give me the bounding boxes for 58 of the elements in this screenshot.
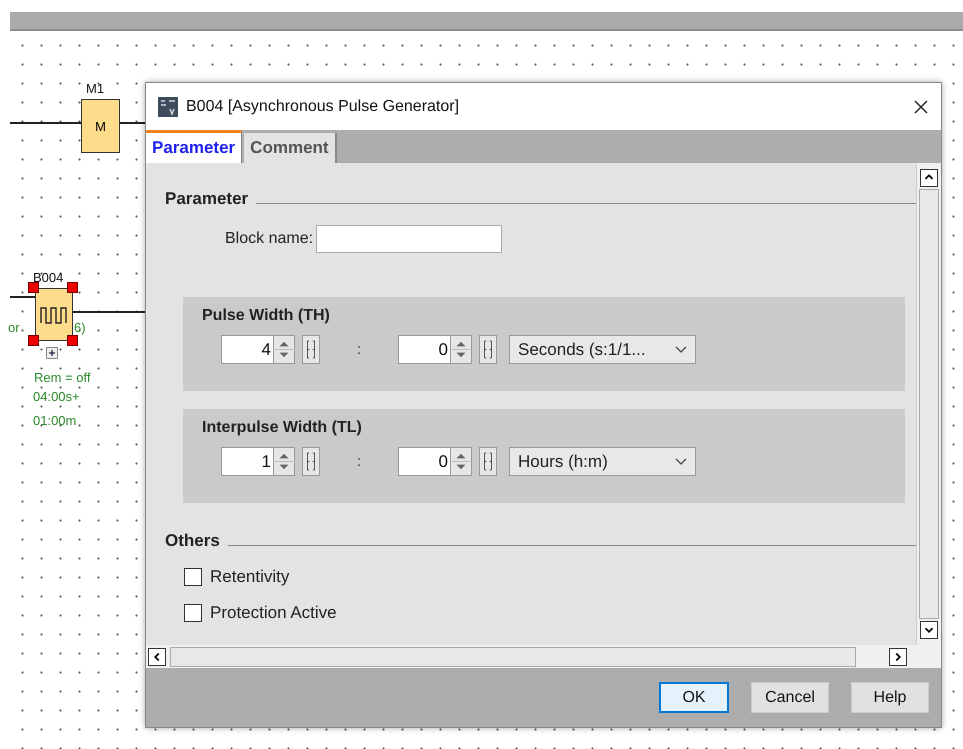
scroll-down-icon[interactable]	[920, 621, 938, 639]
dialog-button[interactable]: Cancel	[751, 682, 829, 713]
scroll-left-icon[interactable]	[148, 648, 166, 666]
chevron-icon	[675, 458, 687, 466]
number-field[interactable]: 4	[221, 335, 273, 364]
parameter-reference-icon[interactable]	[479, 447, 497, 476]
checkbox-label: Retentivity	[210, 567, 290, 587]
section-title: Others	[165, 531, 220, 551]
selection-handle[interactable]	[67, 282, 78, 293]
number-field[interactable]: 1	[221, 447, 273, 476]
field-label: Block name:	[225, 230, 314, 248]
block-annotation: 6)	[74, 320, 86, 335]
parameter-reference-icon[interactable]	[479, 335, 497, 364]
checkbox[interactable]	[184, 604, 202, 622]
function-block[interactable]: M	[81, 99, 120, 153]
app-logo-icon	[158, 96, 178, 116]
time-separator: :	[356, 453, 362, 470]
tab[interactable]: Comment	[244, 133, 337, 163]
scroll-right-icon[interactable]	[889, 648, 907, 666]
unit-dropdown[interactable]: Hours (h:m)	[509, 447, 696, 476]
spinner-arrows[interactable]	[450, 335, 472, 364]
block-label: M1	[86, 81, 104, 96]
scrollbar-thumb[interactable]	[919, 189, 939, 619]
group-title: Interpulse Width (TL)	[202, 419, 363, 437]
time-separator: :	[356, 341, 362, 358]
number-field[interactable]: 0	[398, 447, 450, 476]
pulse-icon	[40, 306, 68, 324]
section-title: Parameter	[165, 189, 248, 209]
spinner-arrows[interactable]	[273, 447, 295, 476]
close-icon[interactable]	[913, 98, 929, 114]
selection-handle[interactable]	[28, 282, 39, 293]
parameter-reference-icon[interactable]	[302, 447, 320, 476]
block-name-field[interactable]	[316, 225, 502, 253]
spinner-arrows[interactable]	[273, 335, 295, 364]
unit-dropdown[interactable]: Seconds (s:1/1...	[509, 335, 696, 364]
dialog-button[interactable]: OK	[659, 682, 729, 713]
chevron-icon	[675, 346, 687, 354]
scroll-up-icon[interactable]	[920, 169, 938, 187]
window-title: B004 [Asynchronous Pulse Generator]	[186, 98, 460, 116]
function-block[interactable]	[35, 288, 73, 341]
spinner-arrows[interactable]	[450, 447, 472, 476]
parameter-reference-icon[interactable]	[302, 335, 320, 364]
number-field[interactable]: 0	[398, 335, 450, 364]
block-annotation: 04:00s+	[33, 389, 80, 404]
block-annotation: Rem = off	[34, 370, 90, 385]
selection-handle[interactable]	[28, 335, 39, 346]
dialog-button[interactable]: Help	[851, 682, 929, 713]
block-annotation: 01:00m	[33, 413, 76, 428]
selection-handle[interactable]	[67, 335, 78, 346]
checkbox[interactable]	[184, 568, 202, 586]
checkbox-label: Protection Active	[210, 603, 337, 623]
tab[interactable]: Parameter	[146, 130, 242, 163]
group-title: Pulse Width (TH)	[202, 307, 331, 325]
scrollbar-thumb[interactable]	[170, 646, 856, 666]
block-symbol: M	[95, 118, 106, 134]
expand-icon[interactable]	[46, 347, 58, 359]
block-annotation: or	[8, 320, 20, 335]
block-label: B004	[33, 270, 64, 285]
